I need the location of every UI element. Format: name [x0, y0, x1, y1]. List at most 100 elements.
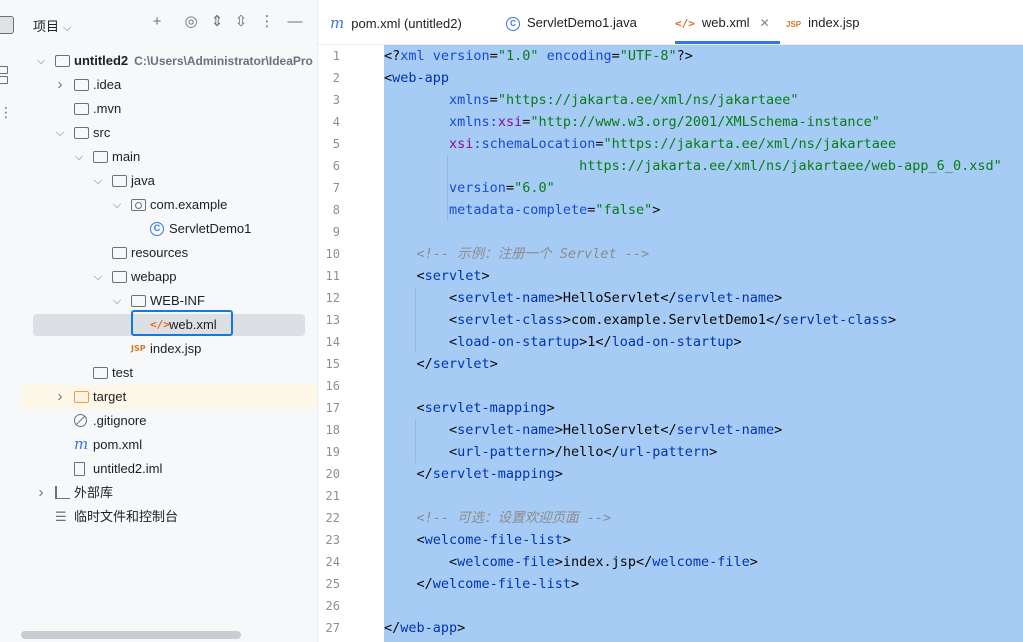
code-line: <load-on-startup>1</load-on-startup> [384, 334, 742, 350]
line-number: 24 [325, 555, 340, 569]
tree-item-pomxml[interactable]: m pom.xml [21, 433, 317, 457]
structure-tool-icon[interactable] [0, 66, 8, 74]
tree-item-resources[interactable]: resources [21, 241, 317, 265]
collapse-all-icon[interactable]: ⇳ [231, 12, 251, 32]
tree-item-scratches[interactable]: ☰ 临时文件和控制台 [21, 505, 317, 529]
code-line: <servlet-name>HelloServlet</servlet-name… [384, 422, 783, 438]
indent-guide [447, 155, 448, 221]
tree-item-label: pom.xml [93, 437, 143, 452]
tree-item-label: .idea [93, 77, 122, 92]
chevron-down-icon[interactable]: ⌵ [92, 265, 104, 289]
line-number: 17 [325, 401, 340, 415]
tree-item-label: webapp [131, 269, 177, 284]
line-number: 8 [332, 203, 340, 217]
tree-item-gitignore[interactable]: .gitignore [21, 409, 317, 433]
tree-item-java[interactable]: ⌵ java [21, 169, 317, 193]
folder-icon [93, 151, 108, 163]
line-number: 27 [325, 621, 340, 635]
chevron-down-icon[interactable]: ⌵ [111, 289, 123, 313]
editor-tab-3[interactable]: JSP index.jsp [786, 0, 859, 44]
code-line: </web-app> [384, 620, 466, 636]
tree-item-label: untitled2.iml [93, 461, 163, 476]
library-icon [55, 486, 70, 499]
tree-item-main[interactable]: ⌵ main [21, 145, 317, 169]
line-number: 6 [332, 159, 340, 173]
tree-item-webxml[interactable]: </> web.xml [21, 310, 317, 337]
folder-icon [93, 367, 108, 379]
line-number: 16 [325, 379, 340, 393]
horizontal-scrollbar[interactable] [21, 631, 241, 639]
add-icon[interactable]: + [147, 12, 167, 32]
folder-icon [74, 79, 89, 91]
code-line: <?xml version="1.0" encoding="UTF-8"?> [384, 48, 693, 64]
code-line: <!-- 示例：注册一个 Servlet --> [384, 246, 650, 262]
tree-item-iml[interactable]: untitled2.iml [21, 457, 317, 481]
maven-file-icon: m [330, 14, 345, 32]
tree-item-target[interactable]: › target [21, 385, 317, 409]
tree-item-mvn[interactable]: .mvn [21, 97, 317, 121]
line-number: 15 [325, 357, 340, 371]
tree-item-label: com.example [150, 197, 228, 212]
tab-label: index.jsp [808, 15, 860, 30]
tree-item-label: resources [131, 245, 189, 260]
web-folder-icon [112, 271, 127, 283]
module-folder-icon [55, 55, 70, 67]
tree-item-label: .mvn [93, 101, 122, 116]
chevron-down-icon[interactable]: ⌵ [111, 193, 123, 217]
expand-all-icon[interactable]: ⇕ [207, 12, 227, 32]
line-number: 22 [325, 511, 340, 525]
chevron-down-icon[interactable]: ⌵ [35, 49, 47, 73]
more-tools-icon[interactable]: ⋮ [0, 104, 14, 121]
project-panel: 项目 ⌵ + ◎ ⇕ ⇳ ⋮ — ⌵ untitled2 C:\Users\Admin… [21, 0, 318, 642]
line-number: 26 [325, 599, 340, 613]
chevron-down-icon[interactable]: ⌵ [54, 121, 66, 145]
editor-tab-1[interactable]: C ServletDemo1.java [506, 0, 637, 44]
editor-tab-0[interactable]: m pom.xml (untitled2) [330, 0, 462, 44]
line-number: 13 [325, 313, 340, 327]
line-number: 7 [332, 181, 340, 195]
scratches-icon: ☰ [55, 509, 67, 524]
chevron-right-icon[interactable]: › [54, 73, 66, 97]
line-number: 14 [325, 335, 340, 349]
tree-item-servletdemo1[interactable]: C ServletDemo1 [21, 217, 317, 241]
code-line: <servlet-class>com.example.ServletDemo1<… [384, 312, 897, 328]
code-line: <servlet-name>HelloServlet</servlet-name… [384, 290, 783, 306]
chevron-down-icon[interactable]: ⌵ [73, 145, 85, 169]
tool-window-strip: ⋮ [0, 0, 22, 642]
chevron-right-icon[interactable]: › [35, 481, 47, 505]
hide-panel-icon[interactable]: — [285, 12, 305, 32]
tree-item-label: .gitignore [93, 413, 147, 428]
close-icon[interactable]: ✕ [760, 16, 770, 30]
code-line: xmlns="https://jakarta.ee/xml/ns/jakarta… [449, 92, 799, 108]
options-icon[interactable]: ⋮ [257, 12, 277, 32]
chevron-down-icon[interactable]: ⌵ [92, 169, 104, 193]
editor-tab-bar: m pom.xml (untitled2) C ServletDemo1.java </… [318, 0, 1023, 45]
tree-item-label: target [93, 389, 127, 404]
resources-folder-icon [112, 247, 127, 259]
editor-tab-2[interactable]: </> web.xml ✕ [675, 0, 780, 44]
tree-item-extlibs[interactable]: › 外部库 [21, 481, 317, 505]
tree-item-src[interactable]: ⌵ src [21, 121, 317, 145]
tree-item-indexjsp[interactable]: JSP index.jsp [21, 337, 317, 361]
chevron-right-icon[interactable]: › [54, 385, 66, 409]
tree-item-webapp[interactable]: ⌵ webapp [21, 265, 317, 289]
tree-item-idea[interactable]: › .idea [21, 73, 317, 97]
code-line: <welcome-file-list> [384, 532, 571, 548]
line-number: 20 [325, 467, 340, 481]
jsp-file-icon: JSP [786, 20, 802, 29]
tree-item-label: main [112, 149, 141, 164]
folder-icon [131, 295, 146, 307]
structure-tool-icon-lower[interactable] [0, 76, 8, 84]
indent-guide [415, 287, 416, 353]
code-line: <!-- 可选：设置欢迎页面 --> [384, 510, 612, 526]
locate-icon[interactable]: ◎ [181, 12, 201, 32]
code-editor[interactable]: <?xml version="1.0" encoding="UTF-8"?> <w… [384, 45, 1023, 642]
line-number: 23 [325, 533, 340, 547]
tree-item-com_example[interactable]: ⌵ com.example [21, 193, 317, 217]
line-number: 5 [332, 137, 340, 151]
tree-item-untitled2[interactable]: ⌵ untitled2 C:\Users\Administrator\IdeaPro [21, 49, 317, 73]
project-tool-icon[interactable] [0, 16, 14, 34]
tree-item-test[interactable]: test [21, 361, 317, 385]
ignore-file-icon [74, 414, 87, 427]
project-view-selector[interactable]: 项目 ⌵ [33, 16, 71, 35]
